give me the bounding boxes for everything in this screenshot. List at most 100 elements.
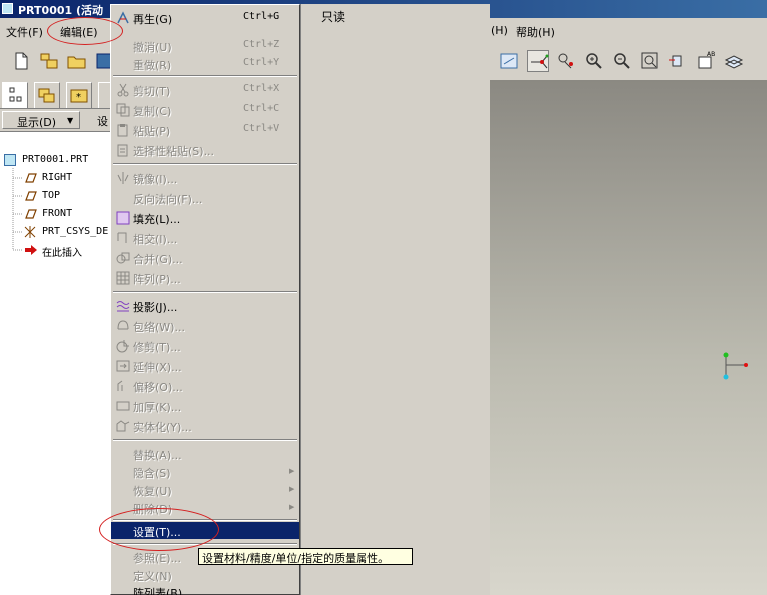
menu-item-fill[interactable]: 填充(L)...: [111, 208, 299, 228]
menu-item-paste-special[interactable]: 选择性粘贴(S)...: [111, 140, 299, 160]
part-icon: [2, 3, 13, 14]
menu-item-offset[interactable]: 偏移(O)...: [111, 376, 299, 396]
file-toolbar: [0, 44, 112, 78]
project-icon: [116, 301, 130, 312]
trim-icon: [116, 340, 129, 353]
menu-item-cut[interactable]: 剪切(T) Ctrl+X: [111, 80, 299, 100]
wrap-icon: [117, 320, 129, 330]
mirror-icon: [117, 172, 129, 184]
menu-help[interactable]: 帮助(H): [516, 24, 555, 40]
menu-item-shortcut: Ctrl+Y: [243, 57, 280, 68]
menu-item-replace[interactable]: 替换(A)...: [111, 444, 299, 464]
menu-item-label: 参照(E)...: [133, 552, 182, 565]
menu-item-label: 合并(G)...: [133, 253, 183, 266]
menu-item-pattern[interactable]: 阵列(P)...: [111, 268, 299, 288]
menu-item-label: 反向法向(F)...: [133, 193, 203, 206]
show-label: 显示(D): [17, 116, 57, 129]
layers-tab-icon[interactable]: [34, 82, 60, 108]
tree-item-label: 在此插入: [42, 248, 82, 259]
merge-icon: [116, 252, 130, 264]
navigator-header: 显示(D) ▼ 设: [0, 108, 112, 130]
menu-item-paste[interactable]: 粘贴(P) Ctrl+V: [111, 120, 299, 140]
menu-item-label: 替换(A)...: [133, 449, 182, 462]
show-dropdown[interactable]: 显示(D) ▼: [2, 111, 80, 129]
zoom-out-icon[interactable]: [611, 50, 633, 72]
menu-item-label: 阵列表(B): [133, 587, 183, 595]
extend-icon: [116, 360, 130, 372]
menu-item-label: 重做(R): [133, 59, 172, 72]
menu-item-label: 偏移(O)...: [133, 381, 183, 394]
menu-item-label: 撤消(U): [133, 41, 172, 54]
regenerate-icon: [117, 11, 129, 24]
tree-root-label: PRT0001.PRT: [22, 154, 89, 165]
settings-dropdown[interactable]: 设: [97, 113, 108, 129]
menu-item-label: 实体化(Y)...: [133, 421, 192, 434]
menu-separator: [113, 163, 297, 165]
menu-file[interactable]: 文件(F): [6, 24, 43, 40]
favorites-tab-icon[interactable]: *: [66, 82, 92, 108]
menu-item-wrap[interactable]: 包络(W)...: [111, 316, 299, 336]
menu-item-label: 相交(I)...: [133, 233, 178, 246]
menu-item-trim[interactable]: 修剪(T)...: [111, 336, 299, 356]
graphics-window[interactable]: [490, 80, 767, 595]
menu-item-project[interactable]: 投影(J)...: [111, 296, 299, 316]
menu-item-pattern-table[interactable]: 阵列表(B): [111, 582, 299, 595]
menu-item-redo[interactable]: 重做(R) Ctrl+Y: [111, 54, 299, 74]
folder-icon[interactable]: [66, 50, 88, 72]
axis-display-icon[interactable]: [527, 50, 549, 72]
menu-item-label: 阵列(P)...: [133, 273, 181, 286]
menu-item-shortcut: Ctrl+G: [243, 11, 280, 22]
menu-item-label: 包络(W)...: [133, 321, 185, 334]
menu-item-label: 隐含(S): [133, 467, 171, 480]
tooltip: 设置材料/精度/单位/指定的质量属性。: [198, 548, 413, 565]
readonly-item[interactable]: 只读: [321, 8, 345, 25]
menu-item-copy[interactable]: 复制(C) Ctrl+C: [111, 100, 299, 120]
tree-item-label: TOP: [42, 190, 61, 201]
menu-item-label: 选择性粘贴(S)...: [133, 145, 215, 158]
datum-display-icon[interactable]: [498, 50, 520, 72]
menu-item-label: 填充(L)...: [133, 213, 181, 226]
saved-views-icon[interactable]: AB: [695, 50, 717, 72]
menu-item-suppress[interactable]: 隐含(S) ▶: [111, 462, 299, 482]
navigator-tabs: *: [0, 80, 112, 108]
new-file-icon[interactable]: [10, 50, 32, 72]
menu-item-mirror[interactable]: 镜像(I)...: [111, 168, 299, 188]
coordinate-triad: [723, 352, 748, 380]
menu-window[interactable]: (H): [491, 24, 508, 37]
model-tree-tab-icon[interactable]: [2, 82, 28, 108]
menu-item-label: 修剪(T)...: [133, 341, 181, 354]
svg-text:*: *: [76, 92, 81, 103]
menu-item-undo[interactable]: 撤消(U) Ctrl+Z: [111, 36, 299, 56]
tree-item[interactable]: TOP: [22, 188, 108, 204]
menu-item-flip-normal[interactable]: 反向法向(F)...: [111, 188, 299, 208]
annotation-circle-edit-menu: [47, 17, 123, 45]
refit-icon[interactable]: [639, 50, 661, 72]
menu-item-resume[interactable]: 恢复(U) ▶: [111, 480, 299, 500]
menu-item-thicken[interactable]: 加厚(K)...: [111, 396, 299, 416]
menu-item-intersect[interactable]: 相交(I)...: [111, 228, 299, 248]
intersect-icon: [117, 232, 127, 243]
offset-icon: [117, 380, 123, 391]
menu-item-label: 延伸(X)...: [133, 361, 182, 374]
copy-icon: [116, 103, 130, 117]
edit-menu: 再生(G) Ctrl+G 撤消(U) Ctrl+Z 重做(R) Ctrl+Y 剪…: [110, 4, 300, 595]
zoom-in-icon[interactable]: [583, 50, 605, 72]
menu-separator: [113, 439, 297, 441]
orient-icon[interactable]: [667, 50, 689, 72]
menu-item-merge[interactable]: 合并(G)...: [111, 248, 299, 268]
tree-item[interactable]: PRT_CSYS_DE: [22, 224, 108, 240]
datum-plane-icon: [25, 209, 37, 219]
window-title: PRT0001 (活动: [18, 4, 104, 17]
menu-item-regenerate[interactable]: 再生(G) Ctrl+G: [111, 8, 299, 28]
submenu-arrow-icon: ▶: [289, 503, 295, 511]
menu-item-extend[interactable]: 延伸(X)...: [111, 356, 299, 376]
menu-item-shortcut: Ctrl+C: [243, 103, 280, 114]
layers-icon[interactable]: [723, 50, 745, 72]
point-display-icon[interactable]: [555, 50, 577, 72]
annotation-circle-setup: [99, 508, 219, 551]
open-icon[interactable]: [38, 50, 60, 72]
tree-item[interactable]: FRONT: [22, 206, 108, 222]
tree-item-insert-here[interactable]: 在此插入: [22, 242, 108, 259]
menu-item-solidify[interactable]: 实体化(Y)...: [111, 416, 299, 436]
tree-item[interactable]: RIGHT: [22, 170, 108, 186]
